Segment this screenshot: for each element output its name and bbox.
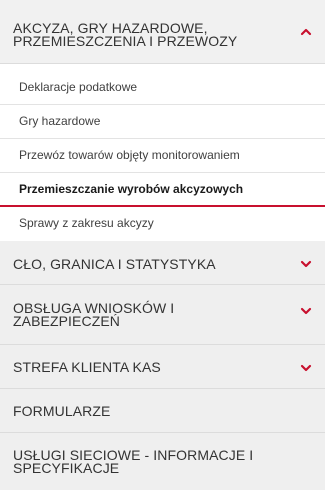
section-title-line-2: ZABEZPIECZEŃ <box>13 313 120 329</box>
section-title-line-2: SPECYFIKACJE <box>13 460 120 476</box>
section-formularze[interactable]: FORMULARZE <box>0 389 325 433</box>
section-obsluga[interactable]: OBSŁUGA WNIOSKÓW I ZABEZPIECZEŃ <box>0 285 325 345</box>
section-title-formularze: FORMULARZE <box>13 403 111 419</box>
submenu-item-sprawy[interactable]: Sprawy z zakresu akcyzy <box>0 207 325 241</box>
section-title-clo: CŁO, GRANICA I STATYSTYKA <box>13 256 216 272</box>
submenu-label-active: Przemieszczanie wyrobów akcyzowych <box>19 182 244 196</box>
section-title-line-2: PRZEMIESZCZENIA I PRZEWOZY <box>13 33 238 49</box>
submenu-label: Przewóz towarów objęty monitorowaniem <box>19 148 240 162</box>
submenu-label: Gry hazardowe <box>19 114 101 128</box>
section-title-akcyza: AKCYZA, GRY HAZARDOWE, PRZEMIESZCZENIA I… <box>13 21 238 49</box>
submenu-label: Sprawy z zakresu akcyzy <box>19 216 154 230</box>
section-title-obsluga: OBSŁUGA WNIOSKÓW I ZABEZPIECZEŃ <box>13 301 174 329</box>
section-clo[interactable]: CŁO, GRANICA I STATYSTYKA <box>0 241 325 285</box>
chevron-up-icon[interactable] <box>299 27 313 37</box>
submenu-item-deklaracje[interactable]: Deklaracje podatkowe <box>0 71 325 105</box>
section-akcyza[interactable]: AKCYZA, GRY HAZARDOWE, PRZEMIESZCZENIA I… <box>0 0 325 64</box>
submenu-item-przewoz[interactable]: Przewóz towarów objęty monitorowaniem <box>0 139 325 173</box>
submenu-item-przemieszczanie[interactable]: Przemieszczanie wyrobów akcyzowych <box>0 173 325 207</box>
section-title-strefa: STREFA KLIENTA KAS <box>13 359 161 375</box>
submenu-label: Deklaracje podatkowe <box>19 80 138 94</box>
section-title-uslugi: USŁUGI SIECIOWE - INFORMACJE I SPECYFIKA… <box>13 448 253 476</box>
section-strefa[interactable]: STREFA KLIENTA KAS <box>0 345 325 389</box>
chevron-down-icon[interactable] <box>299 259 313 269</box>
accordion-nav: AKCYZA, GRY HAZARDOWE, PRZEMIESZCZENIA I… <box>0 0 325 490</box>
submenu-item-gry[interactable]: Gry hazardowe <box>0 105 325 139</box>
chevron-down-icon[interactable] <box>299 363 313 373</box>
chevron-down-icon[interactable] <box>299 306 313 316</box>
section-uslugi[interactable]: USŁUGI SIECIOWE - INFORMACJE I SPECYFIKA… <box>0 433 325 490</box>
